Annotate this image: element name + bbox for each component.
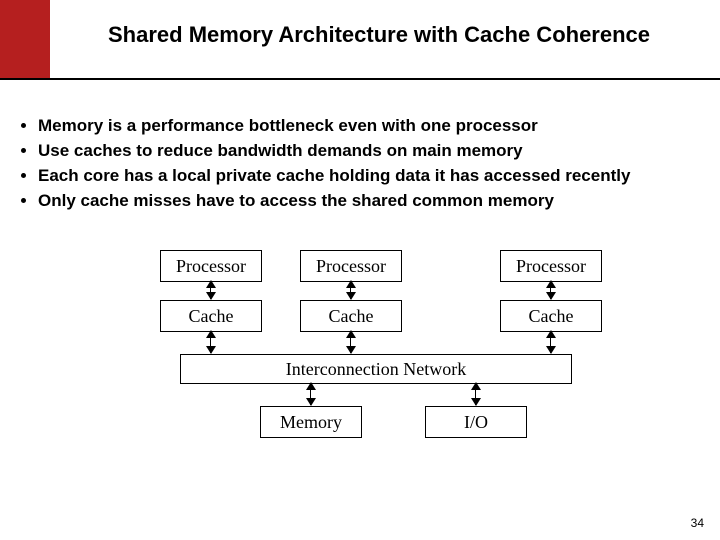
processor-box: Processor — [300, 250, 402, 282]
accent-band — [0, 0, 50, 80]
io-box: I/O — [425, 406, 527, 438]
arrow — [310, 383, 311, 405]
bullet-list: Memory is a performance bottleneck even … — [20, 115, 700, 215]
page-number: 34 — [691, 516, 704, 530]
arrow — [550, 331, 551, 353]
interconnection-network-box: Interconnection Network — [180, 354, 572, 384]
cache-box: Cache — [300, 300, 402, 332]
arrow — [475, 383, 476, 405]
cache-box: Cache — [500, 300, 602, 332]
arrow — [210, 331, 211, 353]
title-underline — [108, 78, 478, 80]
arrow — [350, 281, 351, 299]
bullet-item: Use caches to reduce bandwidth demands o… — [38, 140, 700, 163]
bullet-item: Only cache misses have to access the sha… — [38, 190, 700, 213]
cache-box: Cache — [160, 300, 262, 332]
slide-title: Shared Memory Architecture with Cache Co… — [108, 22, 668, 48]
processor-box: Processor — [160, 250, 262, 282]
processor-box: Processor — [500, 250, 602, 282]
arrow — [210, 281, 211, 299]
arrow — [350, 331, 351, 353]
architecture-diagram: Processor Processor Processor Cache Cach… — [0, 250, 720, 510]
bullet-item: Each core has a local private cache hold… — [38, 165, 700, 188]
arrow — [550, 281, 551, 299]
bullet-item: Memory is a performance bottleneck even … — [38, 115, 700, 138]
memory-box: Memory — [260, 406, 362, 438]
